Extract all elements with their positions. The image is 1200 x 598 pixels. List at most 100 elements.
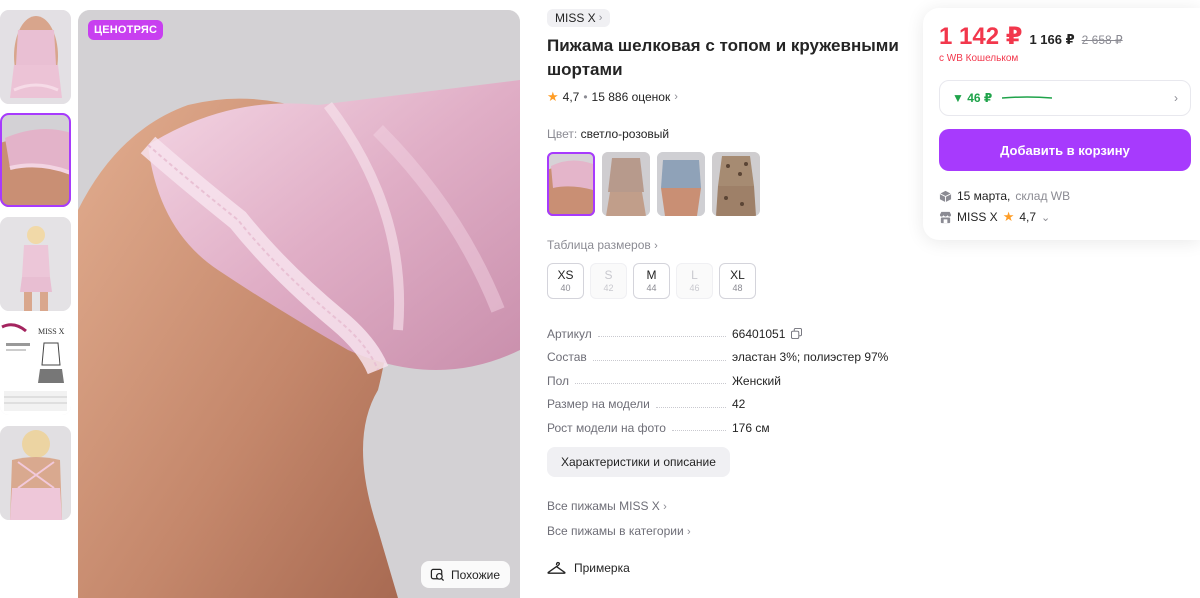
- similar-button[interactable]: Похожие: [421, 561, 510, 588]
- fitting-link[interactable]: Примерка: [547, 560, 630, 576]
- product-rating[interactable]: ★ 4,7 • 15 886 оценок ›: [547, 89, 678, 105]
- thumb-back-straps-image: [0, 426, 71, 520]
- size-name: XS: [557, 268, 574, 282]
- star-icon: ★: [547, 89, 559, 104]
- product-photo: [78, 10, 520, 598]
- thumb-back-shorts-image: [0, 113, 71, 207]
- wallet-note: с WB Кошельком: [939, 53, 1019, 64]
- chevron-right-icon: ›: [654, 240, 658, 252]
- product-params: Артикул 66401051 Состав эластан 3%; поли…: [547, 322, 892, 440]
- color-swatches: [547, 152, 760, 216]
- chevron-right-icon: ›: [598, 12, 603, 24]
- color-swatch-pink[interactable]: [547, 152, 595, 216]
- hanger-icon: [547, 561, 566, 574]
- size-option[interactable]: XL 48: [719, 263, 756, 299]
- wallet-price: 1 142 ₽: [939, 23, 1023, 50]
- color-info: Цвет: светло-розовый: [547, 127, 669, 141]
- price-card: 1 142 ₽ 1 166 ₽ 2 658 ₽ с WB Кошельком ▼…: [923, 8, 1200, 240]
- thumb-front-image: [0, 10, 71, 104]
- price-row: 1 142 ₽ 1 166 ₽ 2 658 ₽: [939, 22, 1123, 51]
- seller-info[interactable]: MISS X ★ 4,7 ⌄: [939, 209, 1050, 225]
- param-key: Рост модели на фото: [547, 420, 666, 435]
- param-key: Пол: [547, 373, 570, 388]
- all-category-link[interactable]: Все пижамы в категории ›: [547, 524, 691, 538]
- param-row: Размер на модели 42: [547, 393, 892, 417]
- shop-icon: [939, 211, 952, 223]
- chevron-right-icon: ›: [674, 91, 678, 103]
- param-value: эластан 3%; полиэстер 97%: [732, 350, 889, 365]
- thumb-infographic[interactable]: MISS X: [0, 321, 71, 415]
- param-row: Состав эластан 3%; полиэстер 97%: [547, 346, 892, 370]
- article-number: 66401051: [732, 326, 786, 341]
- size-selector: XS 40 S 42 M 44 L 46 XL 48: [547, 263, 756, 299]
- param-row: Рост модели на фото 176 см: [547, 416, 892, 440]
- size-table-label: Таблица размеров: [547, 238, 651, 252]
- swatch-blue-image: [657, 152, 705, 216]
- param-key: Состав: [547, 350, 587, 365]
- chevron-right-icon: ›: [663, 501, 667, 513]
- thumb-infographic-image: MISS X: [0, 321, 71, 415]
- thumb-front[interactable]: [0, 10, 71, 104]
- param-key: Размер на модели: [547, 397, 650, 412]
- size-table-link[interactable]: Таблица размеров ›: [547, 238, 658, 252]
- size-name: L: [691, 268, 698, 282]
- param-row: Пол Женский: [547, 369, 892, 393]
- old-price: 2 658 ₽: [1081, 33, 1123, 47]
- thumb-model-full-image: [0, 217, 71, 311]
- chevron-down-icon: ⌄: [1041, 211, 1051, 224]
- regular-price: 1 166 ₽: [1029, 32, 1075, 47]
- similar-search-icon: [430, 568, 445, 582]
- svg-text:MISS X: MISS X: [38, 327, 65, 336]
- box-icon: [939, 190, 952, 202]
- reviews-count: 15 886 оценок: [591, 90, 671, 104]
- size-name: M: [646, 268, 657, 282]
- rating-value: 4,7: [562, 90, 580, 104]
- thumb-model-full[interactable]: [0, 217, 71, 311]
- size-number: 44: [646, 283, 657, 293]
- main-product-image[interactable]: ЦЕНОТРЯС Похожие: [78, 10, 520, 598]
- separator-dot: •: [583, 90, 588, 104]
- size-name: S: [604, 268, 613, 282]
- color-swatch-beige[interactable]: [602, 152, 650, 216]
- size-option[interactable]: XS 40: [547, 263, 584, 299]
- cashback-amount: ▼ 46 ₽: [952, 91, 993, 105]
- star-icon: ★: [1002, 209, 1015, 224]
- delivery-info: 15 марта, склад WB: [939, 189, 1070, 203]
- color-swatch-blue[interactable]: [657, 152, 705, 216]
- cashback-line-icon: [1002, 96, 1053, 99]
- color-value: светло-розовый: [580, 127, 670, 141]
- price-drop-badge: ЦЕНОТРЯС: [88, 20, 164, 40]
- size-option[interactable]: M 44: [633, 263, 670, 299]
- thumb-back-shorts[interactable]: [0, 113, 71, 207]
- color-label: Цвет:: [547, 127, 578, 141]
- param-value: 42: [732, 397, 746, 412]
- thumb-back-straps[interactable]: [0, 426, 71, 520]
- param-row: Артикул 66401051: [547, 322, 892, 346]
- all-category-label: Все пижамы в категории: [547, 524, 684, 538]
- color-swatch-leopard[interactable]: [712, 152, 760, 216]
- brand-link[interactable]: MISS X ›: [547, 9, 611, 27]
- param-value: Женский: [732, 373, 781, 388]
- size-name: XL: [730, 268, 745, 282]
- add-to-cart-button[interactable]: Добавить в корзину: [939, 129, 1191, 171]
- all-brand-link[interactable]: Все пижамы MISS X ›: [547, 499, 667, 513]
- fitting-label: Примерка: [574, 561, 630, 575]
- similar-label: Похожие: [451, 567, 500, 582]
- copy-icon[interactable]: [791, 328, 803, 340]
- size-number: 42: [603, 283, 614, 293]
- size-number: 40: [560, 283, 571, 293]
- seller-name: MISS X: [957, 210, 998, 224]
- product-title: Пижама шелковая с топом и кружевными шор…: [547, 36, 899, 79]
- chevron-right-icon: ›: [1174, 91, 1178, 105]
- swatch-leopard-image: [712, 152, 760, 216]
- chevron-right-icon: ›: [687, 526, 691, 538]
- size-option[interactable]: L 46: [676, 263, 713, 299]
- cashback-panel[interactable]: ▼ 46 ₽ ›: [939, 80, 1191, 116]
- details-button[interactable]: Характеристики и описание: [547, 447, 730, 477]
- swatch-beige-image: [602, 152, 650, 216]
- swatch-pink-image: [547, 152, 595, 216]
- brand-name: MISS X: [555, 11, 596, 25]
- param-key: Артикул: [547, 326, 592, 341]
- size-option[interactable]: S 42: [590, 263, 627, 299]
- seller-rating: 4,7: [1019, 210, 1037, 224]
